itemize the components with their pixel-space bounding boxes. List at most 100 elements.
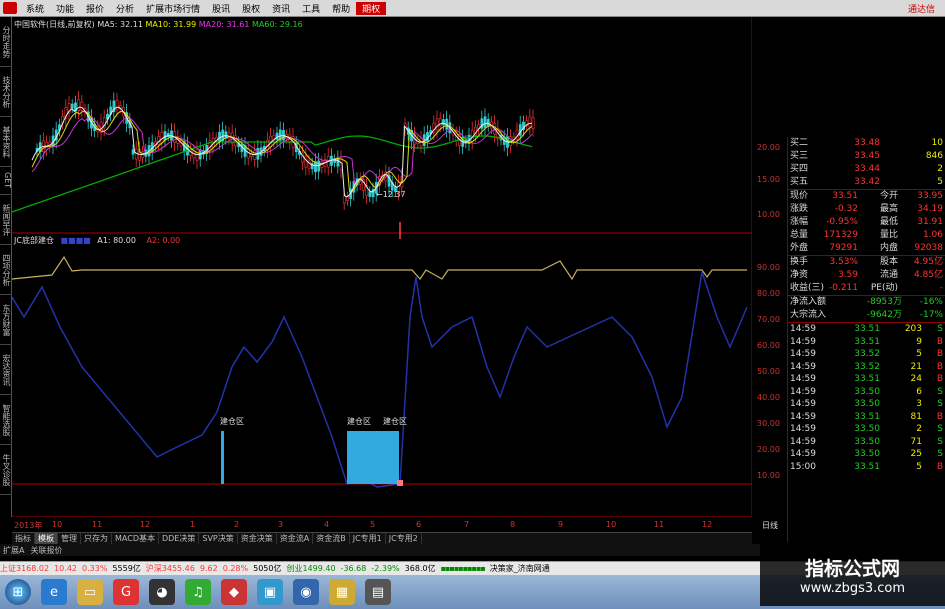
folder-icon[interactable]: ▭ — [77, 579, 103, 605]
left-tab-get[interactable]: GET — [0, 167, 12, 195]
tab-indicator-4[interactable]: MACD基本 — [112, 532, 159, 545]
tick-list: 14:59 33.51 203 S 14:59 33.51 9 B 14:59 33… — [788, 323, 945, 473]
left-tab-diagnosis[interactable]: 牛叉诊股 — [0, 445, 12, 495]
flow-label: 大宗流入 — [790, 310, 827, 320]
tick-price: 33.50 — [854, 399, 880, 409]
buy-volume: 10 — [931, 138, 943, 148]
buy-order-row[interactable]: 买三 33.45 846 — [788, 150, 945, 163]
zone-label-1: 建仓区 — [220, 417, 244, 426]
tab-indicator-1[interactable]: 模板 — [35, 532, 58, 545]
fundamentals-label2: 流通 — [879, 270, 898, 280]
buy-order-row[interactable]: 买四 33.44 2 — [788, 163, 945, 176]
sz-change: 9.62 — [199, 564, 218, 573]
app-gray-icon[interactable]: ▤ — [365, 579, 391, 605]
app-yellow-icon[interactable]: ▦ — [329, 579, 355, 605]
qq-icon[interactable]: ◕ — [149, 579, 175, 605]
x-tick-label: 2013年 — [14, 521, 43, 530]
candle-body — [275, 132, 279, 140]
fundamentals-label: 收益(三) — [790, 283, 825, 293]
quote-value: 79291 — [829, 243, 858, 253]
tab-indicator-2[interactable]: 管理 — [58, 532, 81, 545]
tick-side: S — [937, 436, 943, 447]
tab-indicator-0[interactable]: 指标 — [12, 532, 35, 545]
tick-row: 14:59 33.50 3 S — [788, 398, 945, 411]
menu-info[interactable]: 资讯 — [266, 2, 296, 15]
tab-indicator-7[interactable]: 资金决策 — [238, 532, 277, 545]
fundamentals-label2: PE(动) — [870, 283, 898, 293]
menu-system[interactable]: 系统 — [20, 2, 50, 15]
menu-options[interactable]: 期权 — [356, 1, 387, 15]
app-blue-icon[interactable]: ◉ — [293, 579, 319, 605]
indicator-tick-label: 30.00 — [757, 419, 780, 428]
tab-indicator-5[interactable]: DDE决策 — [159, 532, 200, 545]
left-tab-technical[interactable]: 技术分析 — [0, 67, 12, 117]
buy-price: 33.48 — [854, 138, 880, 148]
low-price-marker: ←12.37 — [376, 190, 406, 199]
menu-quote[interactable]: 报价 — [80, 2, 110, 15]
left-tab-smart-select[interactable]: 智能选股 — [0, 395, 12, 445]
tab-indicator-11[interactable]: JC专用2 — [386, 532, 422, 545]
app-red-icon[interactable]: ◆ — [221, 579, 247, 605]
tick-price: 33.51 — [854, 374, 880, 384]
music-icon[interactable]: ♫ — [185, 579, 211, 605]
quote-label2: 内盘 — [879, 243, 898, 253]
candle-body — [218, 131, 221, 143]
buy-order-row[interactable]: 买二 33.48 10 — [788, 137, 945, 150]
quote-value: 33.51 — [832, 191, 858, 201]
left-tab-four-analysis[interactable]: 四项分析 — [0, 245, 12, 295]
tick-price: 33.51 — [854, 336, 880, 347]
menu-analysis[interactable]: 分析 — [110, 2, 140, 15]
tick-side: S — [937, 449, 943, 459]
menu-extended-market[interactable]: 扩展市场行情 — [140, 2, 206, 15]
tick-side: B — [936, 411, 943, 422]
build-zone-marker — [397, 480, 403, 486]
candle-body — [80, 101, 84, 111]
left-tab-eastmoney[interactable]: 东方财富 — [0, 295, 12, 345]
ie-icon[interactable]: e — [41, 579, 67, 605]
x-tick-label: 5 — [370, 520, 376, 529]
quote-row: 总量 171329 量比 1.06 — [788, 229, 945, 242]
x-tick-label: 4 — [324, 520, 330, 529]
menu-function[interactable]: 功能 — [50, 2, 80, 15]
left-tab-hongda[interactable]: 宏达资讯 — [0, 345, 12, 395]
tick-volume: 5 — [916, 349, 922, 359]
buy-label: 买四 — [790, 164, 809, 174]
menu-stock-news[interactable]: 股讯 — [206, 2, 236, 15]
fundamentals-value: 3.59 — [837, 270, 858, 280]
tick-time: 14:59 — [790, 386, 816, 397]
start-icon[interactable]: ⊞ — [5, 579, 31, 605]
left-tab-news[interactable]: 新闻早评 — [0, 195, 12, 245]
app-g-icon[interactable]: G — [113, 579, 139, 605]
buy-order-row[interactable]: 买五 33.42 5 — [788, 176, 945, 189]
indicator-tick-label: 70.00 — [757, 315, 780, 324]
buy-price: 33.44 — [854, 164, 880, 174]
fundamentals-row: 换手 3.53% 股本 4.95亿 — [788, 256, 945, 269]
tick-row: 14:59 33.51 203 S — [788, 323, 945, 336]
tab-extend-a[interactable]: 扩展A — [0, 545, 27, 556]
indicator-tick-label: 90.00 — [757, 263, 780, 272]
tab-indicator-10[interactable]: JC专用1 — [350, 532, 386, 545]
tab-indicator-3[interactable]: 只存为 — [81, 532, 112, 545]
left-tab-intraday[interactable]: 分时走势 — [0, 17, 12, 67]
chart-area[interactable]: 中国软件(日线,前复权) MA5: 32.11 MA10: 31.99 MA20… — [12, 17, 752, 530]
x-tick-label: 7 — [464, 520, 470, 529]
fundamentals-value2: - — [939, 283, 943, 293]
tab-related-quote[interactable]: 关联报价 — [27, 545, 65, 556]
menu-stock-right[interactable]: 股权 — [236, 2, 266, 15]
flow-percent: -16% — [919, 297, 943, 307]
tab-indicator-9[interactable]: 资金流B — [313, 532, 350, 545]
chart-canvas[interactable] — [12, 17, 752, 517]
tab-indicator-8[interactable]: 资金流A — [277, 532, 314, 545]
price-tick-label: 20.00 — [757, 143, 780, 152]
quote-label2: 最低 — [879, 217, 898, 227]
tab-indicator-6[interactable]: SVP决策 — [199, 532, 238, 545]
menu-help[interactable]: 帮助 — [326, 2, 356, 15]
ma20-line — [31, 117, 533, 185]
period-label[interactable]: 日线 — [762, 520, 778, 531]
x-tick-label: 11 — [92, 520, 103, 529]
left-tab-basic-info[interactable]: 基本资料 — [0, 117, 12, 167]
extension-tab-bar: 扩展A 关联报价 — [0, 544, 760, 556]
menu-tools[interactable]: 工具 — [296, 2, 326, 15]
monitor-icon[interactable]: ▣ — [257, 579, 283, 605]
tick-price: 33.50 — [854, 449, 880, 459]
